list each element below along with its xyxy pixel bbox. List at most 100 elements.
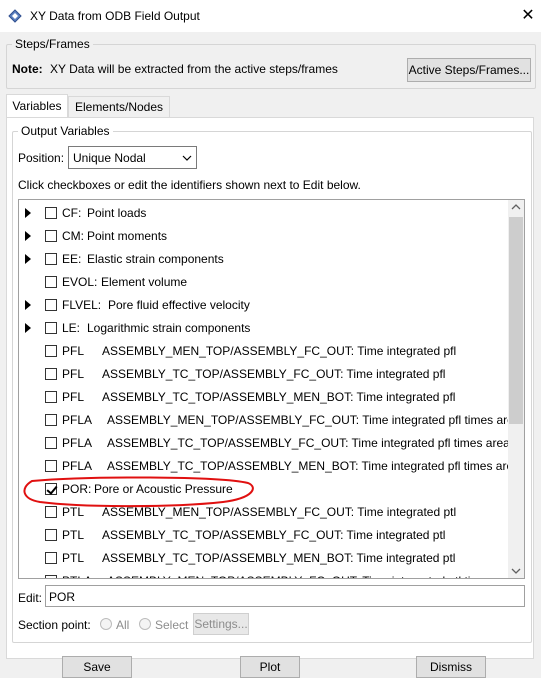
variable-checkbox[interactable] [45, 253, 57, 265]
title-bar: XY Data from ODB Field Output ✕ [0, 0, 541, 32]
steps-frames-label: Steps/Frames [12, 37, 93, 51]
variable-code: FLVEL: [62, 298, 102, 312]
variable-description: Pore fluid effective velocity [108, 298, 250, 312]
variables-list[interactable]: CF: Point loads CM: Point moments EE: Elastic… [18, 199, 525, 579]
variable-checkbox[interactable] [45, 345, 57, 357]
variable-row[interactable]: PFL ASSEMBLY_TC_TOP/ASSEMBLY_MEN_BOT: Tim… [19, 386, 509, 409]
variable-checkbox[interactable] [45, 460, 57, 472]
variable-checkbox[interactable] [45, 322, 57, 334]
variable-row[interactable]: PFLA ASSEMBLY_MEN_TOP/ASSEMBLY_FC_OUT: Ti… [19, 409, 521, 432]
edit-field[interactable]: POR [45, 585, 525, 607]
radio-all[interactable] [100, 618, 112, 630]
variable-checkbox[interactable] [45, 437, 57, 449]
radio-select[interactable] [139, 618, 151, 630]
variable-code: CM: [62, 229, 84, 243]
variable-description: ASSEMBLY_TC_TOP/ASSEMBLY_MEN_BOT: Time i… [102, 551, 456, 565]
variable-checkbox[interactable] [45, 230, 57, 242]
chevron-down-icon [182, 155, 192, 161]
section-point-label: Section point: [18, 618, 91, 632]
variable-row[interactable]: PTL ASSEMBLY_MEN_TOP/ASSEMBLY_FC_OUT: Tim… [19, 501, 509, 524]
variable-description: ASSEMBLY_MEN_TOP/ASSEMBLY_FC_OUT: Time i… [102, 344, 457, 358]
dismiss-button[interactable]: Dismiss [416, 656, 486, 678]
variable-row[interactable]: PFLA ASSEMBLY_TC_TOP/ASSEMBLY_MEN_BOT: Ti… [19, 455, 520, 478]
variable-code: CF: [62, 206, 82, 220]
output-variables-label: Output Variables [18, 124, 113, 138]
radio-select-label: Select [155, 618, 189, 632]
settings-button[interactable]: Settings... [193, 613, 249, 635]
variables-rows: CF: Point loads CM: Point moments EE: Elastic… [19, 200, 521, 578]
position-label: Position: [18, 151, 65, 165]
variable-code: PFLA [62, 436, 93, 450]
plot-button[interactable]: Plot [240, 656, 300, 678]
variable-description: Point loads [87, 206, 147, 220]
variable-checkbox[interactable] [45, 483, 57, 495]
variable-checkbox[interactable] [45, 414, 57, 426]
save-button[interactable]: Save [62, 656, 132, 678]
variable-row[interactable]: POR: Pore or Acoustic Pressure [19, 478, 509, 501]
scroll-up-icon[interactable] [511, 204, 521, 210]
variable-checkbox[interactable] [45, 207, 57, 219]
radio-all-label: All [116, 618, 130, 632]
variable-checkbox[interactable] [45, 391, 57, 403]
variable-code: EVOL: [62, 275, 98, 289]
variable-code: PFLA [62, 459, 93, 473]
variable-description: Element volume [101, 275, 188, 289]
variable-code: POR: [62, 482, 92, 496]
scrollbar-thumb[interactable] [509, 217, 523, 424]
position-value: Unique Nodal [73, 151, 146, 165]
variable-description: ASSEMBLY_TC_TOP/ASSEMBLY_FC_OUT: Time in… [102, 367, 446, 381]
hint-text: Click checkboxes or edit the identifiers… [18, 178, 361, 192]
variable-checkbox[interactable] [45, 575, 57, 578]
variable-code: EE: [62, 252, 82, 266]
variable-checkbox[interactable] [45, 506, 57, 518]
variable-row[interactable]: PTL ASSEMBLY_TC_TOP/ASSEMBLY_MEN_BOT: Tim… [19, 547, 509, 570]
expand-arrow-icon[interactable] [25, 231, 31, 241]
variable-checkbox[interactable] [45, 552, 57, 564]
variable-row[interactable]: PFL ASSEMBLY_MEN_TOP/ASSEMBLY_FC_OUT: Tim… [19, 340, 509, 363]
scroll-down-icon[interactable] [511, 568, 521, 574]
expand-arrow-icon[interactable] [25, 323, 31, 333]
variable-row[interactable]: PTL ASSEMBLY_TC_TOP/ASSEMBLY_FC_OUT: Time… [19, 524, 509, 547]
app-icon [8, 9, 22, 23]
vertical-scrollbar[interactable] [508, 200, 524, 578]
variable-description: ASSEMBLY_MEN_TOP/ASSEMBLY_FC_OUT: Time i… [107, 413, 521, 427]
variable-code: PFL [62, 344, 85, 358]
variable-row[interactable]: PFLA ASSEMBLY_TC_TOP/ASSEMBLY_FC_OUT: Tim… [19, 432, 510, 455]
tab-elements-nodes[interactable]: Elements/Nodes [68, 96, 170, 117]
variable-row[interactable]: PTLA ASSEMBLY_MEN_TOP/ASSEMBLY_FC_OUT: Ti… [19, 570, 521, 578]
edit-label: Edit: [18, 591, 43, 605]
note-text: XY Data will be extracted from the activ… [50, 62, 338, 76]
variable-description: ASSEMBLY_MEN_TOP/ASSEMBLY_FC_OUT: Time i… [102, 505, 457, 519]
note-label: Note: [12, 62, 43, 76]
variable-row[interactable]: CM: Point moments [19, 225, 509, 248]
close-icon[interactable]: ✕ [518, 5, 538, 25]
variable-description: Pore or Acoustic Pressure [94, 482, 233, 496]
variable-row[interactable]: FLVEL: Pore fluid effective velocity [19, 294, 509, 317]
variable-row[interactable]: LE: Logarithmic strain components [19, 317, 509, 340]
variable-code: PTL [62, 551, 85, 565]
tab-variables[interactable]: Variables [6, 94, 68, 118]
expand-arrow-icon[interactable] [25, 300, 31, 310]
active-steps-frames-button[interactable]: Active Steps/Frames... [407, 58, 531, 82]
variable-row[interactable]: PFL ASSEMBLY_TC_TOP/ASSEMBLY_FC_OUT: Time… [19, 363, 509, 386]
edit-field-value: POR [49, 590, 76, 604]
variable-row[interactable]: EE: Elastic strain components [19, 248, 509, 271]
variable-description: Logarithmic strain components [87, 321, 251, 335]
variable-code: PFLA [62, 413, 93, 427]
variable-checkbox[interactable] [45, 276, 57, 288]
variable-checkbox[interactable] [45, 368, 57, 380]
variable-row[interactable]: CF: Point loads [19, 202, 509, 225]
expand-arrow-icon[interactable] [25, 208, 31, 218]
expand-arrow-icon[interactable] [25, 254, 31, 264]
variable-row[interactable]: EVOL: Element volume [19, 271, 509, 294]
variable-checkbox[interactable] [45, 529, 57, 541]
variable-code: PTLA [62, 574, 92, 578]
variable-checkbox[interactable] [45, 299, 57, 311]
variable-code: PFL [62, 367, 85, 381]
variable-description: ASSEMBLY_MEN_TOP/ASSEMBLY_FC_OUT: Time i… [107, 574, 521, 578]
variable-code: PFL [62, 390, 85, 404]
variable-code: PTL [62, 505, 85, 519]
position-select[interactable]: Unique Nodal [68, 146, 197, 169]
variable-code: PTL [62, 528, 85, 542]
window-title: XY Data from ODB Field Output [30, 9, 200, 23]
